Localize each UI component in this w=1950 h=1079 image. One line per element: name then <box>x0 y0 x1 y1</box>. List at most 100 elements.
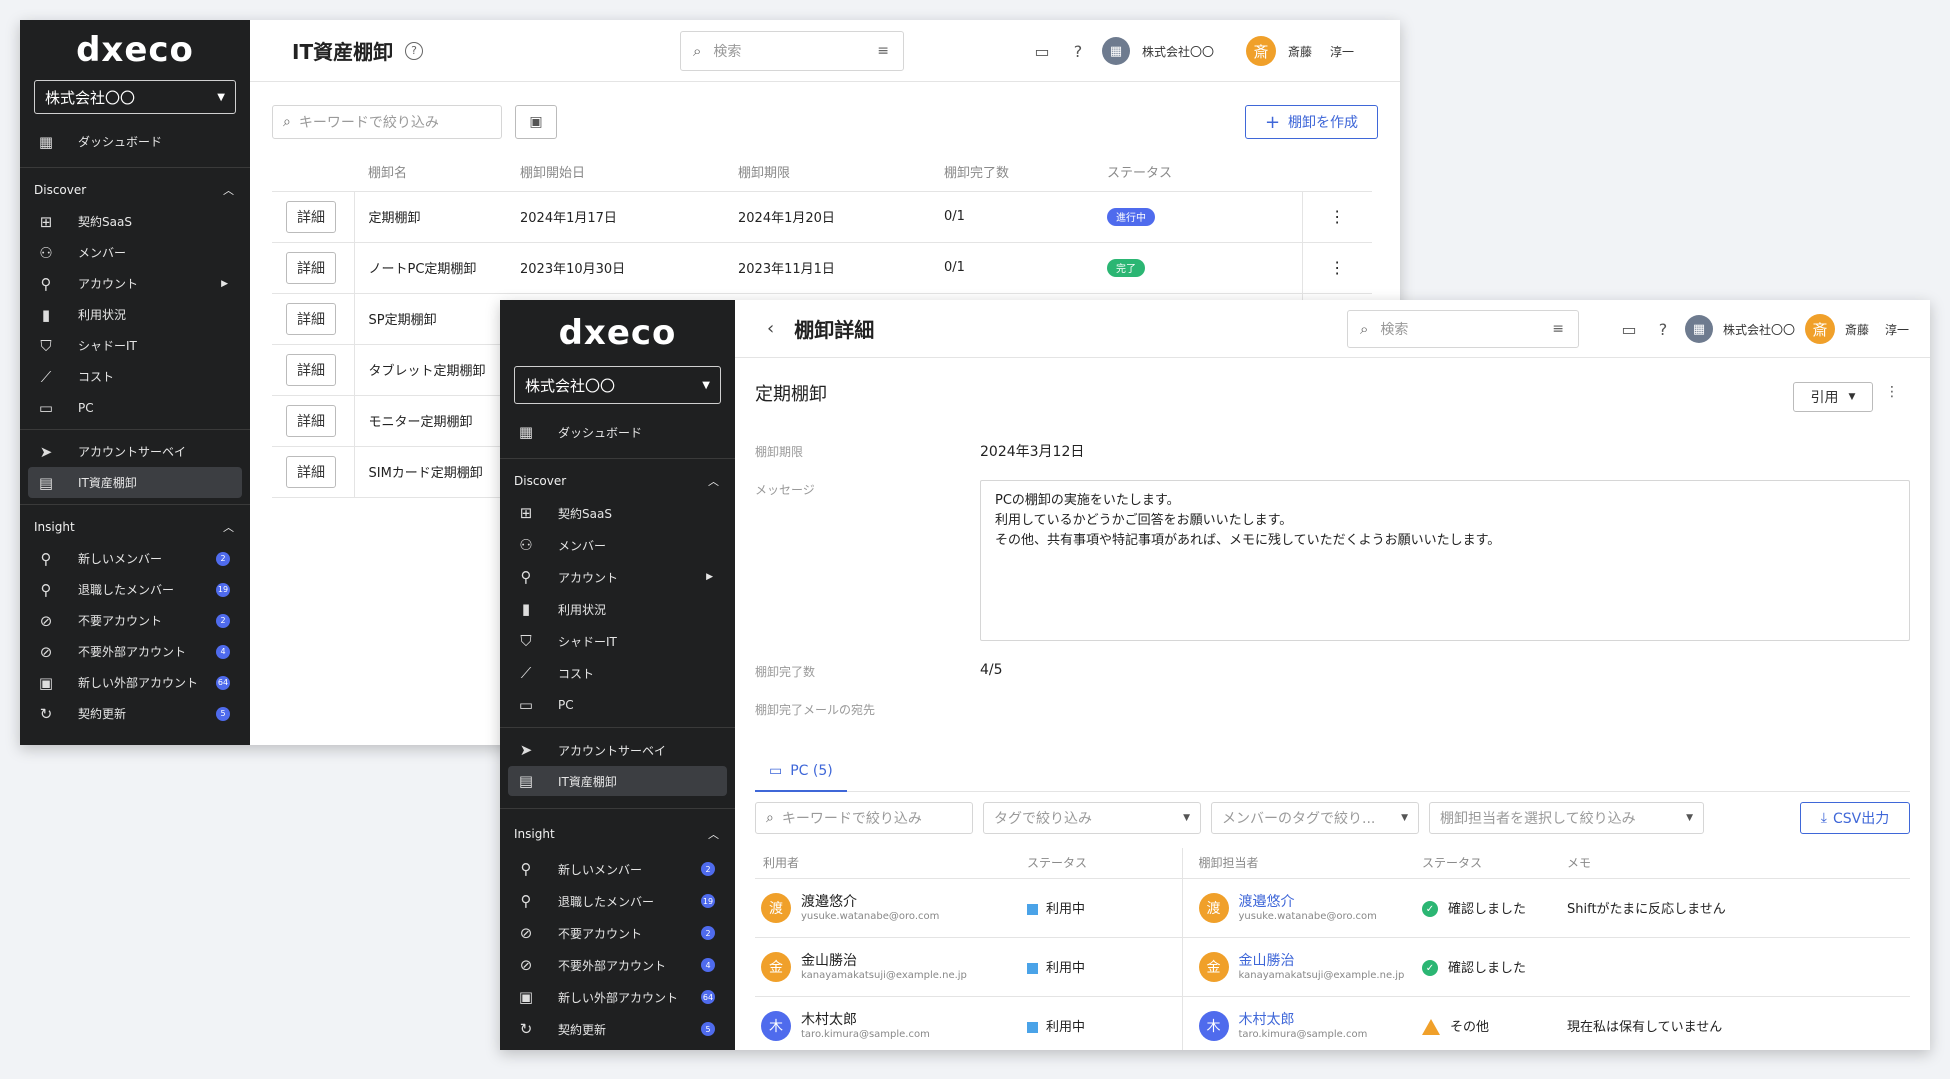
sidebar-item-discover[interactable]: ⛉ シャドーIT <box>20 330 250 361</box>
sidebar-item-insight[interactable]: ⊘ 不要アカウント 2 <box>500 917 735 949</box>
col-check-status[interactable]: ステータス <box>1422 848 1567 879</box>
sidebar-item-insight[interactable]: ⚲ 退職したメンバー 19 <box>500 885 735 917</box>
keyword-filter-input[interactable]: ⌕ キーワードで絞り込み <box>755 802 973 834</box>
help-icon[interactable]: ? <box>1066 39 1090 63</box>
sidebar-item-discover[interactable]: ⚇ メンバー <box>20 237 250 268</box>
col-status[interactable]: ステータス <box>1107 153 1302 192</box>
org-icon[interactable]: ▦ <box>1102 37 1130 65</box>
user-first-name[interactable]: 淳一 <box>1885 321 1909 338</box>
sidebar-item-insight[interactable]: ⊘ 不要アカウント 2 <box>20 605 250 636</box>
assignee-filter-select[interactable]: 棚卸担当者を選択して絞り込み ▼ <box>1429 802 1704 834</box>
sidebar-item-label: アカウント <box>558 570 619 585</box>
sidebar-item-it-inventory[interactable]: ▤ IT資産棚卸 <box>508 766 727 796</box>
sidebar-item-discover[interactable]: ⚲ アカウント ▶ <box>20 268 250 299</box>
quote-button[interactable]: 引用 ▼ <box>1793 382 1873 412</box>
help-icon[interactable]: ? <box>405 41 424 60</box>
assignee-info[interactable]: 渡渡邉悠介 yusuke.watanabe@oro.com <box>1198 892 1423 923</box>
section-discover[interactable]: Discover ︿ <box>20 174 250 206</box>
table-row[interactable]: 詳細 ノートPC定期棚卸 2023年10月30日 2023年11月1日 0/1 完了 ⋮ <box>272 242 1372 294</box>
sidebar-item-insight[interactable]: ⚲ 新しいメンバー 2 <box>500 853 735 885</box>
sidebar-item-survey[interactable]: ➤ アカウントサーベイ <box>20 436 250 467</box>
table-row[interactable]: 渡渡邉悠介 yusuke.watanabe@oro.com 利用中渡渡邉悠介 yusu… <box>755 878 1910 938</box>
user-last-name[interactable]: 斎藤 <box>1288 43 1312 60</box>
col-done[interactable]: 棚卸完了数 <box>944 153 1107 192</box>
sidebar-item-discover[interactable]: ▭ PC <box>20 392 250 423</box>
company-select[interactable]: 株式会社〇〇 ▼ <box>514 366 721 404</box>
help-icon[interactable]: ? <box>1651 317 1675 341</box>
sidebar-item-discover[interactable]: ⟋ コスト <box>20 361 250 392</box>
chat-icon[interactable]: ▭ <box>1617 317 1641 341</box>
org-name[interactable]: 株式会社〇〇 <box>1142 43 1214 60</box>
create-inventory-button[interactable]: + 棚卸を作成 <box>1245 105 1378 139</box>
sidebar-item-insight[interactable]: ⚲ 退職したメンバー 19 <box>20 574 250 605</box>
user-first-name[interactable]: 淳一 <box>1330 43 1354 60</box>
detail-button[interactable]: 詳細 <box>286 455 336 488</box>
col-due[interactable]: 棚卸期限 <box>738 153 944 192</box>
sidebar-item-insight[interactable]: ▣ 新しい外部アカウント 64 <box>500 981 735 1013</box>
back-chevron-icon[interactable]: ‹ <box>767 318 774 339</box>
sidebar-item-insight[interactable]: ↻ 契約更新 5 <box>500 1013 735 1045</box>
assignee-info[interactable]: 金金山勝治 kanayamakatsuji@example.ne.jp <box>1198 951 1423 982</box>
filter-icon[interactable]: ≡ <box>1552 321 1564 337</box>
sidebar-item-insight[interactable]: ▣ 新しい外部アカウント 64 <box>20 667 250 698</box>
member-tag-filter-select[interactable]: メンバーのタグで絞り... ▼ <box>1211 802 1419 834</box>
assignee-name[interactable]: 木村太郎 <box>1239 1012 1368 1029</box>
sidebar-item-dashboard[interactable]: ▦ ダッシュボード <box>500 416 735 448</box>
sidebar-item-discover[interactable]: ⟋ コスト <box>500 657 735 689</box>
sidebar-item-survey[interactable]: ➤ アカウントサーベイ <box>500 734 735 766</box>
col-assignee[interactable]: 棚卸担当者 <box>1182 848 1422 879</box>
detail-button[interactable]: 詳細 <box>286 353 336 386</box>
org-icon[interactable]: ▦ <box>1685 315 1713 343</box>
tag-filter-select[interactable]: タグで絞り込み ▼ <box>983 802 1201 834</box>
detail-button[interactable]: 詳細 <box>286 200 336 233</box>
more-vert-icon[interactable]: ⋮ <box>1329 207 1345 226</box>
sidebar-item-discover[interactable]: ⊞ 契約SaaS <box>500 497 735 529</box>
user-avatar[interactable]: 斎 <box>1805 314 1836 344</box>
search-input[interactable]: ⌕ 検索 ≡ <box>680 30 904 71</box>
section-discover[interactable]: Discover ︿ <box>500 465 735 497</box>
message-box[interactable]: PCの棚卸の実施をいたします。 利用しているかどうかご回答をお願いいたします。 … <box>980 480 1910 641</box>
folder-button[interactable]: ▣ <box>515 105 557 139</box>
section-insight[interactable]: Insight ︿ <box>20 511 250 543</box>
user-avatar[interactable]: 斎 <box>1246 36 1277 66</box>
sidebar-item-discover[interactable]: ⚇ メンバー <box>500 529 735 561</box>
sidebar-item-discover[interactable]: ⛉ シャドーIT <box>500 625 735 657</box>
org-name[interactable]: 株式会社〇〇 <box>1723 321 1795 338</box>
sidebar-item-insight[interactable]: ↻ 契約更新 5 <box>20 698 250 729</box>
table-row[interactable]: 木木村太郎 taro.kimura@sample.com 利用中木木村太郎 taro.… <box>755 996 1910 1050</box>
sidebar-item-it-inventory[interactable]: ▤ IT資産棚卸 <box>28 467 242 498</box>
col-memo[interactable]: メモ <box>1567 848 1910 879</box>
tab-pc[interactable]: ▭ PC (5) <box>755 752 847 792</box>
company-select[interactable]: 株式会社〇〇 ▼ <box>34 80 236 114</box>
csv-export-button[interactable]: ⤓ CSV出力 <box>1800 802 1910 834</box>
detail-button[interactable]: 詳細 <box>286 404 336 437</box>
keyword-filter-input[interactable]: ⌕ キーワードで絞り込み <box>272 105 502 139</box>
sidebar-item-insight[interactable]: ⊘ 不要外部アカウント 4 <box>20 636 250 667</box>
user-last-name[interactable]: 斎藤 <box>1845 321 1869 338</box>
col-use-status[interactable]: ステータス <box>1027 848 1183 879</box>
sidebar-item-insight[interactable]: ⚲ 新しいメンバー 2 <box>20 543 250 574</box>
sidebar-item-discover[interactable]: ▮ 利用状況 <box>500 593 735 625</box>
filter-icon[interactable]: ≡ <box>877 43 889 59</box>
more-vert-icon[interactable]: ⋮ <box>1885 384 1899 400</box>
sidebar-item-discover[interactable]: ⚲ アカウント ▶ <box>500 561 735 593</box>
sidebar-item-discover[interactable]: ▮ 利用状況 <box>20 299 250 330</box>
col-start[interactable]: 棚卸開始日 <box>520 153 738 192</box>
assignee-info[interactable]: 木木村太郎 taro.kimura@sample.com <box>1198 1010 1423 1041</box>
detail-button[interactable]: 詳細 <box>286 302 336 335</box>
assignee-name[interactable]: 金山勝治 <box>1239 953 1405 970</box>
assignee-name[interactable]: 渡邉悠介 <box>1239 894 1377 911</box>
col-user[interactable]: 利用者 <box>755 848 1027 879</box>
more-vert-icon[interactable]: ⋮ <box>1329 258 1345 277</box>
chat-icon[interactable]: ▭ <box>1030 39 1054 63</box>
search-input[interactable]: ⌕ 検索 ≡ <box>1347 309 1579 348</box>
sidebar-item-discover[interactable]: ▭ PC <box>500 689 735 721</box>
sidebar-item-dashboard[interactable]: ▦ ダッシュボード <box>20 126 250 157</box>
sidebar-item-discover[interactable]: ⊞ 契約SaaS <box>20 206 250 237</box>
col-name[interactable]: 棚卸名 <box>354 153 520 192</box>
section-insight[interactable]: Insight ︿ <box>500 815 735 853</box>
detail-button[interactable]: 詳細 <box>286 251 336 284</box>
table-row[interactable]: 金金山勝治 kanayamakatsuji@example.ne.jp 利用中金金山… <box>755 937 1910 997</box>
sidebar-item-insight[interactable]: ⊘ 不要外部アカウント 4 <box>500 949 735 981</box>
table-row[interactable]: 詳細 定期棚卸 2024年1月17日 2024年1月20日 0/1 進行中 ⋮ <box>272 191 1372 243</box>
